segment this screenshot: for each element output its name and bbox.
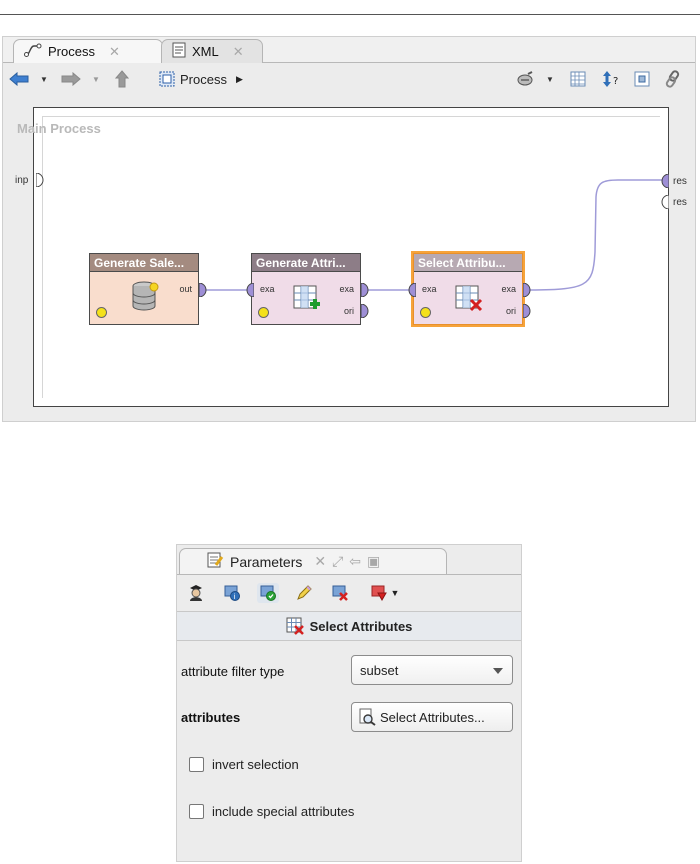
input-port-label: exa [260, 284, 275, 294]
select-attributes-button[interactable]: Select Attributes... [351, 702, 513, 732]
input-port[interactable] [246, 283, 254, 297]
filter-type-value: subset [360, 662, 399, 678]
replace-operator-button[interactable]: ▼ [365, 583, 405, 603]
maximize-icon[interactable]: ⤢ [332, 553, 343, 570]
top-divider [0, 14, 700, 15]
operator-header: Select Attributes [177, 611, 521, 641]
chevron-down-icon [493, 668, 503, 674]
filter-type-label: attribute filter type [181, 664, 285, 679]
checkbox-label: invert selection [212, 757, 299, 772]
delete-operator-button[interactable] [329, 583, 351, 603]
database-icon [132, 281, 159, 311]
input-port[interactable] [36, 173, 44, 187]
operator-generate-attributes[interactable]: Generate Attri... exa exa ori [251, 253, 361, 325]
connection-lines [203, 179, 666, 291]
delete-icon [332, 585, 348, 601]
table-remove-icon [455, 285, 483, 312]
pin-icon[interactable]: ⇦ [349, 553, 361, 570]
checkbox-label: include special attributes [212, 804, 355, 819]
output-port-label: exa [339, 284, 354, 294]
attributes-label: attributes [181, 710, 241, 725]
input-port-label: inp [15, 175, 29, 186]
status-indicator [258, 307, 269, 318]
select-attributes-icon [286, 617, 304, 635]
operator-generate-sales[interactable]: Generate Sale... out [89, 253, 199, 325]
enable-operator-button[interactable] [257, 583, 279, 603]
svg-text:i: i [234, 593, 236, 601]
operator-title: Generate Sale... [90, 254, 198, 272]
operator-select-attributes[interactable]: Select Attribu... exa exa ori [413, 253, 523, 325]
result-port-label: res [673, 176, 687, 187]
output-port-label: ori [505, 306, 516, 316]
table-add-icon [293, 285, 320, 309]
edit-pencil-icon [297, 585, 312, 600]
output-port[interactable] [199, 283, 207, 297]
input-port-label: exa [422, 284, 437, 294]
expert-mode-button[interactable] [185, 583, 207, 603]
result-port-label: res [673, 197, 687, 208]
info-button[interactable]: i [221, 583, 243, 603]
parameters-icon [206, 551, 224, 572]
filter-type-select[interactable]: subset [351, 655, 513, 685]
tab-parameters[interactable]: Parameters ✕ ⤢ ⇦ ▣ [179, 548, 447, 574]
process-editor: Process ✕ XML ✕ ▼ ▼ Process ▶ ▼ ? Main P… [2, 36, 696, 422]
invert-selection-checkbox[interactable]: invert selection [189, 757, 299, 772]
replace-dropdown-caret-icon: ▼ [390, 588, 400, 598]
original-port[interactable] [523, 304, 531, 318]
operator-title: Select Attribu... [414, 254, 522, 272]
button-label: Select Attributes... [380, 709, 485, 725]
tab-label: Parameters [230, 553, 303, 570]
tab-tools: ✕ ⤢ ⇦ ▣ [314, 553, 380, 570]
close-icon[interactable]: ✕ [314, 553, 326, 570]
output-port[interactable] [523, 283, 531, 297]
parameters-panel: Parameters ✕ ⤢ ⇦ ▣ i ▼ Select Attributes… [176, 544, 522, 862]
status-indicator [96, 307, 107, 318]
undock-icon[interactable]: ▣ [367, 553, 380, 570]
output-port-label: ori [343, 306, 354, 316]
output-port-label: out [179, 284, 192, 294]
parameters-toolbar: i ▼ [177, 574, 521, 610]
checkbox-box[interactable] [189, 804, 204, 819]
input-port[interactable] [408, 283, 416, 297]
output-port-label: exa [501, 284, 516, 294]
expert-user-icon [190, 585, 202, 601]
rename-operator-button[interactable] [293, 583, 315, 603]
enable-check-icon [260, 585, 276, 601]
status-indicator [420, 307, 431, 318]
parameters-tab-bar: Parameters ✕ ⤢ ⇦ ▣ [177, 545, 521, 574]
output-port[interactable] [361, 283, 369, 297]
operator-title: Generate Attri... [252, 254, 360, 272]
replace-icon [371, 585, 387, 601]
result-port-2[interactable] [661, 195, 669, 209]
original-port[interactable] [361, 304, 369, 318]
include-special-attributes-checkbox[interactable]: include special attributes [189, 804, 354, 819]
result-port-1[interactable] [661, 174, 669, 188]
operator-name: Select Attributes [309, 618, 413, 634]
magnifier-document-icon [359, 708, 376, 726]
checkbox-box[interactable] [189, 757, 204, 772]
info-icon: i [224, 585, 240, 601]
